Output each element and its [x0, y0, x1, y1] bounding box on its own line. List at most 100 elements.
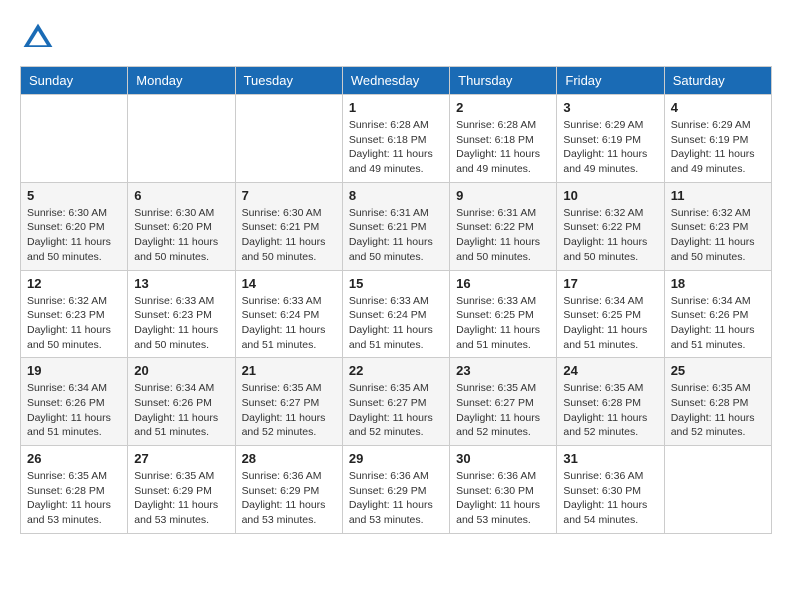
calendar-cell: 12 Sunrise: 6:32 AM Sunset: 6:23 PM Dayli…: [21, 270, 128, 358]
calendar-cell: 26Sunrise: 6:35 AM Sunset: 6:28 PM Dayli…: [21, 446, 128, 534]
day-number: 18: [671, 276, 765, 291]
day-number: 20: [134, 363, 228, 378]
calendar-cell: 29Sunrise: 6:36 AM Sunset: 6:29 PM Dayli…: [342, 446, 449, 534]
day-number: 21: [242, 363, 336, 378]
day-info: Sunrise: 6:36 AM Sunset: 6:29 PM Dayligh…: [242, 469, 336, 528]
day-info: Sunrise: 6:34 AM Sunset: 6:25 PM Dayligh…: [563, 294, 657, 353]
day-number: 10: [563, 188, 657, 203]
weekday-header: Friday: [557, 67, 664, 95]
calendar-cell: 30 Sunrise: 6:36 AM Sunset: 6:30 PM Dayli…: [450, 446, 557, 534]
calendar-cell: 19Sunrise: 6:34 AM Sunset: 6:26 PM Dayli…: [21, 358, 128, 446]
calendar-week-row: 5 Sunrise: 6:30 AM Sunset: 6:20 PM Daylig…: [21, 182, 772, 270]
weekday-header: Sunday: [21, 67, 128, 95]
calendar-cell: 7 Sunrise: 6:30 AM Sunset: 6:21 PM Daylig…: [235, 182, 342, 270]
day-info: Sunrise: 6:29 AM Sunset: 6:19 PM Dayligh…: [671, 118, 765, 177]
day-info: Sunrise: 6:28 AM Sunset: 6:18 PM Dayligh…: [456, 118, 550, 177]
day-number: 29: [349, 451, 443, 466]
calendar-week-row: 12 Sunrise: 6:32 AM Sunset: 6:23 PM Dayli…: [21, 270, 772, 358]
day-info: Sunrise: 6:36 AM Sunset: 6:30 PM Dayligh…: [563, 469, 657, 528]
day-number: 13: [134, 276, 228, 291]
day-info: Sunrise: 6:32 AM Sunset: 6:22 PM Dayligh…: [563, 206, 657, 265]
day-number: 3: [563, 100, 657, 115]
calendar-cell: 11 Sunrise: 6:32 AM Sunset: 6:23 PM Dayli…: [664, 182, 771, 270]
day-number: 23: [456, 363, 550, 378]
day-info: Sunrise: 6:36 AM Sunset: 6:30 PM Dayligh…: [456, 469, 550, 528]
calendar-cell: 1 Sunrise: 6:28 AM Sunset: 6:18 PM Daylig…: [342, 95, 449, 183]
day-number: 30: [456, 451, 550, 466]
day-info: Sunrise: 6:35 AM Sunset: 6:28 PM Dayligh…: [671, 381, 765, 440]
calendar-cell: 2 Sunrise: 6:28 AM Sunset: 6:18 PM Daylig…: [450, 95, 557, 183]
calendar-cell: 9 Sunrise: 6:31 AM Sunset: 6:22 PM Daylig…: [450, 182, 557, 270]
logo: [20, 20, 62, 56]
calendar-cell: 4 Sunrise: 6:29 AM Sunset: 6:19 PM Daylig…: [664, 95, 771, 183]
calendar-cell: 10 Sunrise: 6:32 AM Sunset: 6:22 PM Dayli…: [557, 182, 664, 270]
calendar-cell: 6 Sunrise: 6:30 AM Sunset: 6:20 PM Daylig…: [128, 182, 235, 270]
day-number: 31: [563, 451, 657, 466]
weekday-header: Wednesday: [342, 67, 449, 95]
day-info: Sunrise: 6:35 AM Sunset: 6:28 PM Dayligh…: [563, 381, 657, 440]
day-info: Sunrise: 6:35 AM Sunset: 6:27 PM Dayligh…: [242, 381, 336, 440]
day-number: 14: [242, 276, 336, 291]
day-number: 5: [27, 188, 121, 203]
day-info: Sunrise: 6:34 AM Sunset: 6:26 PM Dayligh…: [27, 381, 121, 440]
calendar-cell: 28 Sunrise: 6:36 AM Sunset: 6:29 PM Dayli…: [235, 446, 342, 534]
calendar-cell: 21 Sunrise: 6:35 AM Sunset: 6:27 PM Dayli…: [235, 358, 342, 446]
day-info: Sunrise: 6:32 AM Sunset: 6:23 PM Dayligh…: [671, 206, 765, 265]
day-info: Sunrise: 6:35 AM Sunset: 6:29 PM Dayligh…: [134, 469, 228, 528]
calendar-cell: 31 Sunrise: 6:36 AM Sunset: 6:30 PM Dayli…: [557, 446, 664, 534]
day-info: Sunrise: 6:33 AM Sunset: 6:24 PM Dayligh…: [349, 294, 443, 353]
day-info: Sunrise: 6:33 AM Sunset: 6:24 PM Dayligh…: [242, 294, 336, 353]
day-number: 12: [27, 276, 121, 291]
day-number: 4: [671, 100, 765, 115]
day-info: Sunrise: 6:30 AM Sunset: 6:21 PM Dayligh…: [242, 206, 336, 265]
day-info: Sunrise: 6:35 AM Sunset: 6:27 PM Dayligh…: [349, 381, 443, 440]
day-number: 7: [242, 188, 336, 203]
day-info: Sunrise: 6:30 AM Sunset: 6:20 PM Dayligh…: [134, 206, 228, 265]
day-info: Sunrise: 6:34 AM Sunset: 6:26 PM Dayligh…: [134, 381, 228, 440]
day-info: Sunrise: 6:31 AM Sunset: 6:22 PM Dayligh…: [456, 206, 550, 265]
weekday-header: Saturday: [664, 67, 771, 95]
weekday-header: Thursday: [450, 67, 557, 95]
day-info: Sunrise: 6:35 AM Sunset: 6:28 PM Dayligh…: [27, 469, 121, 528]
calendar-cell: [235, 95, 342, 183]
day-number: 17: [563, 276, 657, 291]
day-info: Sunrise: 6:29 AM Sunset: 6:19 PM Dayligh…: [563, 118, 657, 177]
calendar-cell: 15 Sunrise: 6:33 AM Sunset: 6:24 PM Dayli…: [342, 270, 449, 358]
day-info: Sunrise: 6:33 AM Sunset: 6:25 PM Dayligh…: [456, 294, 550, 353]
calendar-week-row: 19Sunrise: 6:34 AM Sunset: 6:26 PM Dayli…: [21, 358, 772, 446]
day-info: Sunrise: 6:31 AM Sunset: 6:21 PM Dayligh…: [349, 206, 443, 265]
calendar-cell: 8 Sunrise: 6:31 AM Sunset: 6:21 PM Daylig…: [342, 182, 449, 270]
calendar-cell: 13 Sunrise: 6:33 AM Sunset: 6:23 PM Dayli…: [128, 270, 235, 358]
calendar-table: SundayMondayTuesdayWednesdayThursdayFrid…: [20, 66, 772, 534]
day-number: 9: [456, 188, 550, 203]
day-info: Sunrise: 6:35 AM Sunset: 6:27 PM Dayligh…: [456, 381, 550, 440]
calendar-cell: [664, 446, 771, 534]
day-number: 28: [242, 451, 336, 466]
calendar-cell: [128, 95, 235, 183]
calendar-cell: 20 Sunrise: 6:34 AM Sunset: 6:26 PM Dayli…: [128, 358, 235, 446]
calendar-cell: 22Sunrise: 6:35 AM Sunset: 6:27 PM Dayli…: [342, 358, 449, 446]
day-number: 27: [134, 451, 228, 466]
day-info: Sunrise: 6:30 AM Sunset: 6:20 PM Dayligh…: [27, 206, 121, 265]
day-info: Sunrise: 6:34 AM Sunset: 6:26 PM Dayligh…: [671, 294, 765, 353]
day-number: 11: [671, 188, 765, 203]
day-number: 24: [563, 363, 657, 378]
calendar-week-row: 1 Sunrise: 6:28 AM Sunset: 6:18 PM Daylig…: [21, 95, 772, 183]
day-info: Sunrise: 6:33 AM Sunset: 6:23 PM Dayligh…: [134, 294, 228, 353]
day-number: 25: [671, 363, 765, 378]
page-header: [20, 20, 772, 56]
calendar-cell: 27 Sunrise: 6:35 AM Sunset: 6:29 PM Dayli…: [128, 446, 235, 534]
day-number: 2: [456, 100, 550, 115]
day-info: Sunrise: 6:28 AM Sunset: 6:18 PM Dayligh…: [349, 118, 443, 177]
weekday-header: Monday: [128, 67, 235, 95]
day-number: 15: [349, 276, 443, 291]
day-info: Sunrise: 6:32 AM Sunset: 6:23 PM Dayligh…: [27, 294, 121, 353]
day-number: 1: [349, 100, 443, 115]
calendar-cell: 23 Sunrise: 6:35 AM Sunset: 6:27 PM Dayli…: [450, 358, 557, 446]
weekday-header: Tuesday: [235, 67, 342, 95]
day-number: 6: [134, 188, 228, 203]
day-number: 8: [349, 188, 443, 203]
calendar-cell: 5 Sunrise: 6:30 AM Sunset: 6:20 PM Daylig…: [21, 182, 128, 270]
calendar-cell: 3 Sunrise: 6:29 AM Sunset: 6:19 PM Daylig…: [557, 95, 664, 183]
calendar-cell: 14 Sunrise: 6:33 AM Sunset: 6:24 PM Dayli…: [235, 270, 342, 358]
